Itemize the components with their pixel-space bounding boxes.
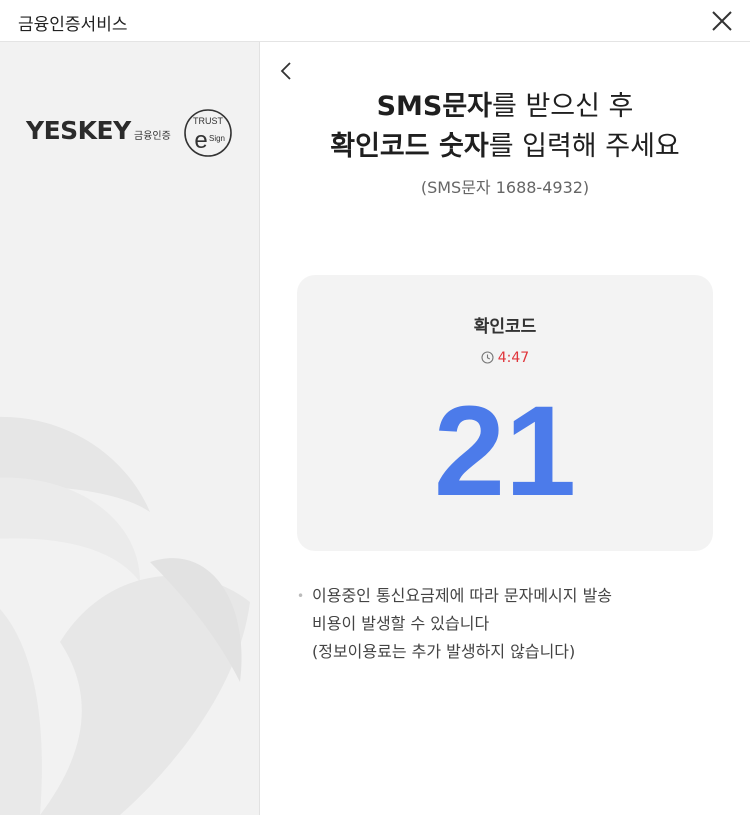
chevron-left-icon[interactable]	[278, 60, 294, 82]
heading-line-1-rest: 를 받으신 후	[492, 91, 634, 122]
verification-code-label: 확인코드	[473, 317, 537, 337]
heading-line-2: 확인코드 숫자를 입력해 주세요	[260, 127, 750, 167]
heading-line-1-bold: SMS문자	[376, 91, 493, 122]
svg-text:TRUST: TRUST	[193, 116, 223, 126]
sms-sender-number: (SMS문자 1688-4932)	[420, 178, 590, 197]
svg-text:Sign: Sign	[209, 134, 225, 143]
countdown-timer: 4:47	[297, 350, 713, 366]
heading-line-1: SMS문자를 받으신 후	[260, 87, 750, 127]
verification-code-value: 21	[433, 380, 577, 523]
notice-text: 이용중인 통신요금제에 따라 문자메시지 발송 비용이 발생할 수 있습니다 (…	[312, 582, 612, 666]
notice-line-2: 비용이 발생할 수 있습니다	[312, 614, 490, 633]
notice-line-1: 이용중인 통신요금제에 따라 문자메시지 발송	[312, 586, 613, 605]
yeskey-wordmark-suffix: 금융인증	[134, 131, 171, 142]
verification-code-card: 확인코드 4:47 21	[297, 275, 713, 551]
yeskey-wordmark: YESKEY	[26, 116, 131, 145]
heading-line-2-rest: 를 입력해 주세요	[488, 131, 680, 162]
timer-value: 4:47	[497, 350, 530, 366]
yeskey-logo: YESKEY 금융인증 TRUST e Sign	[26, 104, 238, 164]
page-heading: SMS문자를 받으신 후 확인코드 숫자를 입력해 주세요	[260, 87, 750, 167]
notice-line-3: (정보이용료는 추가 발생하지 않습니다)	[312, 642, 576, 661]
window-title: 금융인증서비스	[18, 15, 128, 35]
trust-esign-seal: TRUST e Sign	[184, 109, 232, 157]
svg-text:e: e	[194, 127, 207, 154]
title-bar: 금융인증서비스	[0, 0, 750, 42]
clock-icon	[481, 351, 494, 364]
main-panel: SMS문자를 받으신 후 확인코드 숫자를 입력해 주세요 (SMS문자 168…	[260, 42, 750, 815]
bullet-icon: •	[297, 589, 305, 603]
close-icon[interactable]	[710, 9, 734, 33]
left-brand-panel: YESKEY 금융인증 TRUST e Sign	[0, 42, 260, 815]
heading-line-2-bold: 확인코드 숫자	[330, 131, 489, 162]
